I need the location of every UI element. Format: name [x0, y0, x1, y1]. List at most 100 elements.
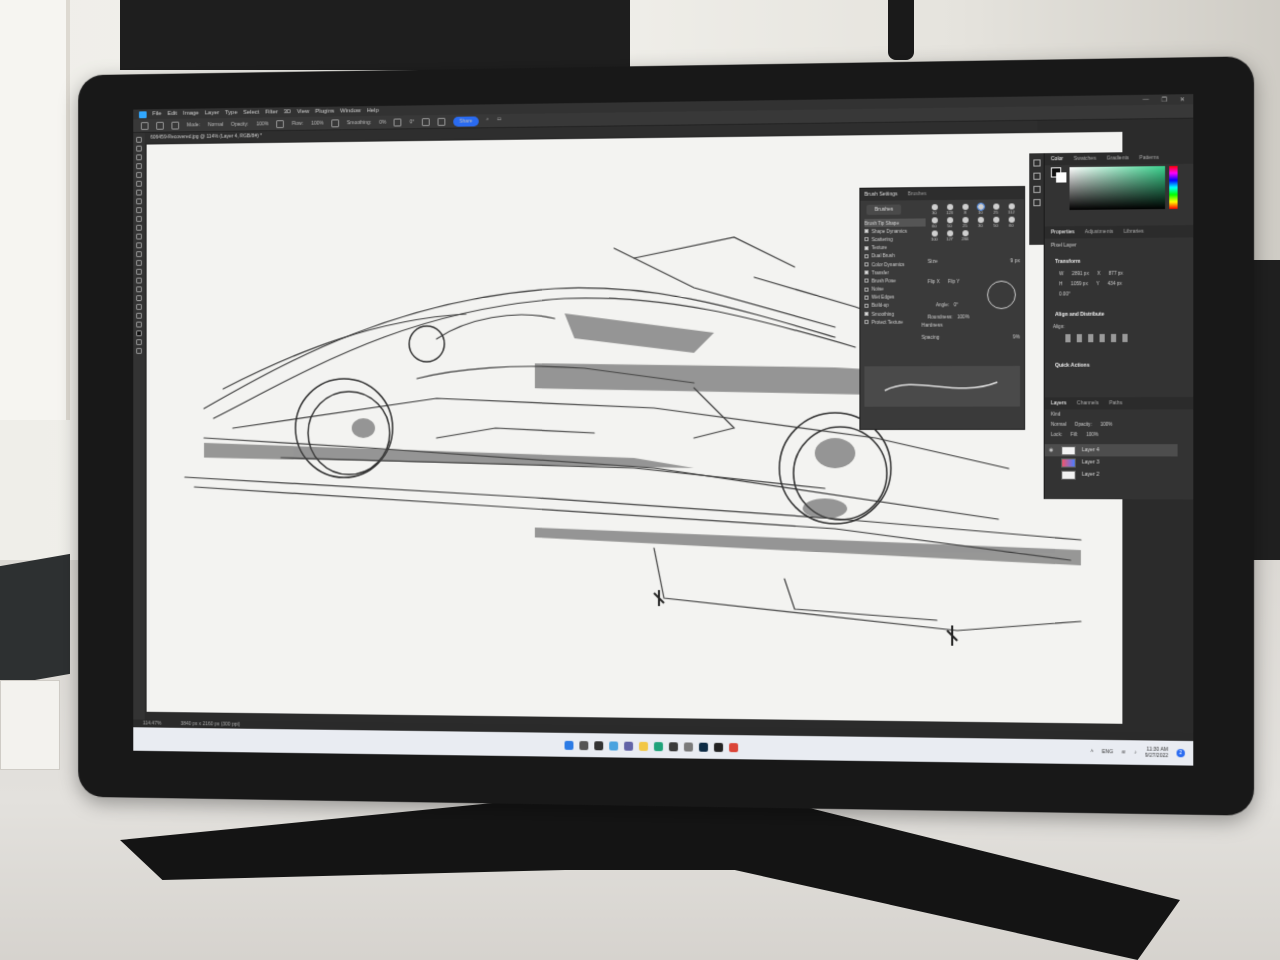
- tab-channels[interactable]: Channels: [1077, 400, 1099, 406]
- brush-angle-widget[interactable]: [987, 281, 1016, 310]
- eraser-tool-icon[interactable]: [136, 234, 142, 240]
- opacity-input[interactable]: 100%: [256, 121, 268, 127]
- menu-file[interactable]: File: [152, 111, 161, 117]
- align-distribute-title[interactable]: Align and Distribute: [1055, 312, 1104, 318]
- move-tool-icon[interactable]: [136, 137, 142, 143]
- tab-brushes[interactable]: Brushes: [908, 191, 927, 197]
- share-button[interactable]: Share: [453, 116, 478, 126]
- task-view-icon[interactable]: [594, 741, 603, 750]
- dodge-tool-icon[interactable]: [136, 260, 142, 266]
- brush-preset-icon[interactable]: [171, 121, 179, 129]
- checkbox[interactable]: [864, 262, 868, 266]
- checkbox[interactable]: [864, 295, 868, 299]
- pen-tool-icon[interactable]: [136, 269, 142, 275]
- brush-tip[interactable]: 30: [974, 217, 987, 228]
- chevron-up-icon[interactable]: ˄: [1091, 749, 1094, 755]
- wifi-icon[interactable]: ≋: [1121, 749, 1125, 755]
- smoothing-input[interactable]: 0%: [379, 119, 386, 125]
- frame-tool-icon[interactable]: [136, 181, 142, 187]
- bs-smoothing[interactable]: Smoothing: [864, 310, 925, 319]
- tab-paths[interactable]: Paths: [1109, 400, 1122, 406]
- brushes-button[interactable]: Brushes: [866, 204, 901, 214]
- tab-properties[interactable]: Properties: [1051, 229, 1075, 235]
- widgets-icon[interactable]: [609, 741, 618, 750]
- y-input[interactable]: 434 px: [1108, 281, 1122, 286]
- workspace-icon[interactable]: ▭: [497, 116, 502, 126]
- pressure-size-icon[interactable]: [422, 118, 430, 126]
- layer-kind-filter[interactable]: Kind: [1051, 412, 1061, 417]
- menu-layer[interactable]: Layer: [205, 110, 219, 116]
- tab-adjustments[interactable]: Adjustments: [1085, 229, 1114, 235]
- blur-tool-icon[interactable]: [136, 251, 142, 257]
- blend-mode-select[interactable]: Normal: [1051, 422, 1066, 427]
- stamp-tool-icon[interactable]: [136, 216, 142, 222]
- more-tools-icon[interactable]: [136, 322, 142, 328]
- eyedropper-tool-icon[interactable]: [136, 190, 142, 196]
- checkbox[interactable]: [864, 320, 868, 324]
- brush-tip[interactable]: 284: [958, 230, 971, 241]
- file-explorer-icon[interactable]: [639, 741, 648, 750]
- windows-start-icon[interactable]: [565, 740, 574, 749]
- home-icon[interactable]: [141, 122, 149, 130]
- checkbox[interactable]: [864, 271, 868, 275]
- spacing-checkbox[interactable]: Spacing: [922, 336, 940, 341]
- menu-edit[interactable]: Edit: [167, 111, 177, 117]
- checkbox[interactable]: [864, 279, 868, 283]
- brush-tip[interactable]: 127: [943, 230, 956, 241]
- edge-icon[interactable]: [654, 742, 663, 751]
- layer-row[interactable]: Layer 2: [1045, 469, 1178, 481]
- brush-tip[interactable]: 112: [1005, 203, 1018, 214]
- align-bottom-icon[interactable]: [1122, 334, 1127, 342]
- checkbox[interactable]: [864, 312, 868, 316]
- zoom-level[interactable]: 114.47%: [143, 721, 161, 727]
- menu-help[interactable]: Help: [367, 108, 379, 114]
- menu-type[interactable]: Type: [225, 110, 238, 116]
- align-left-icon[interactable]: [1065, 334, 1070, 342]
- w-input[interactable]: 2891 px: [1072, 271, 1089, 276]
- size-input[interactable]: 9 px: [1010, 258, 1020, 264]
- tab-brush-settings[interactable]: Brush Settings: [864, 191, 897, 197]
- align-center-icon[interactable]: [1077, 334, 1082, 342]
- menu-image[interactable]: Image: [183, 111, 199, 117]
- brush-angle-input[interactable]: 0°: [410, 119, 415, 125]
- checkbox[interactable]: [864, 246, 868, 250]
- hue-slider[interactable]: [1169, 166, 1177, 209]
- brush-tip-selected[interactable]: 10: [974, 204, 987, 215]
- flip-y-checkbox[interactable]: Flip Y: [948, 279, 960, 284]
- path-select-tool-icon[interactable]: [136, 286, 142, 292]
- spacing-input[interactable]: 9%: [1013, 335, 1020, 340]
- bs-build-up[interactable]: Build-up: [864, 301, 925, 310]
- shape-tool-icon[interactable]: [136, 295, 142, 301]
- marquee-tool-icon[interactable]: [136, 146, 142, 152]
- checkbox[interactable]: [864, 304, 868, 308]
- checkbox[interactable]: [864, 229, 868, 233]
- quick-actions-title[interactable]: Quick Actions: [1055, 363, 1090, 369]
- chrome-icon[interactable]: [729, 743, 738, 752]
- flip-x-checkbox[interactable]: Flip X: [928, 279, 940, 284]
- tab-swatches[interactable]: Swatches: [1074, 156, 1096, 162]
- brush-panel-icon[interactable]: [1033, 186, 1040, 193]
- restore-icon[interactable]: ❐: [1162, 96, 1168, 103]
- brush-tip[interactable]: 50: [989, 217, 1002, 228]
- search-icon[interactable]: [579, 741, 588, 750]
- type-tool-icon[interactable]: [136, 278, 142, 284]
- mail-icon[interactable]: [684, 742, 693, 751]
- layer-row[interactable]: Layer 3: [1045, 456, 1178, 468]
- layer-row-selected[interactable]: ◉ Layer 4: [1045, 444, 1178, 456]
- chat-icon[interactable]: [624, 741, 633, 750]
- quick-mask-icon[interactable]: [136, 339, 142, 345]
- h-input[interactable]: 1059 px: [1071, 281, 1088, 286]
- tab-color[interactable]: Color: [1051, 156, 1063, 162]
- airbrush-icon[interactable]: [331, 119, 339, 127]
- checkbox[interactable]: [864, 254, 868, 258]
- rotate-input[interactable]: 0.00°: [1059, 291, 1070, 296]
- pressure-opacity-icon[interactable]: [276, 120, 284, 128]
- history-icon[interactable]: [1033, 159, 1040, 166]
- store-icon[interactable]: [669, 742, 678, 751]
- background-color-swatch[interactable]: [1056, 172, 1066, 182]
- comments-icon[interactable]: [1033, 173, 1040, 180]
- clock[interactable]: 11:30 AM 9/27/2022: [1145, 747, 1168, 760]
- document-tab[interactable]: 606459-Recovered.jpg @ 114% (Layer 4, RG…: [150, 133, 261, 140]
- tab-layers[interactable]: Layers: [1051, 400, 1067, 406]
- menu-3d[interactable]: 3D: [284, 109, 291, 115]
